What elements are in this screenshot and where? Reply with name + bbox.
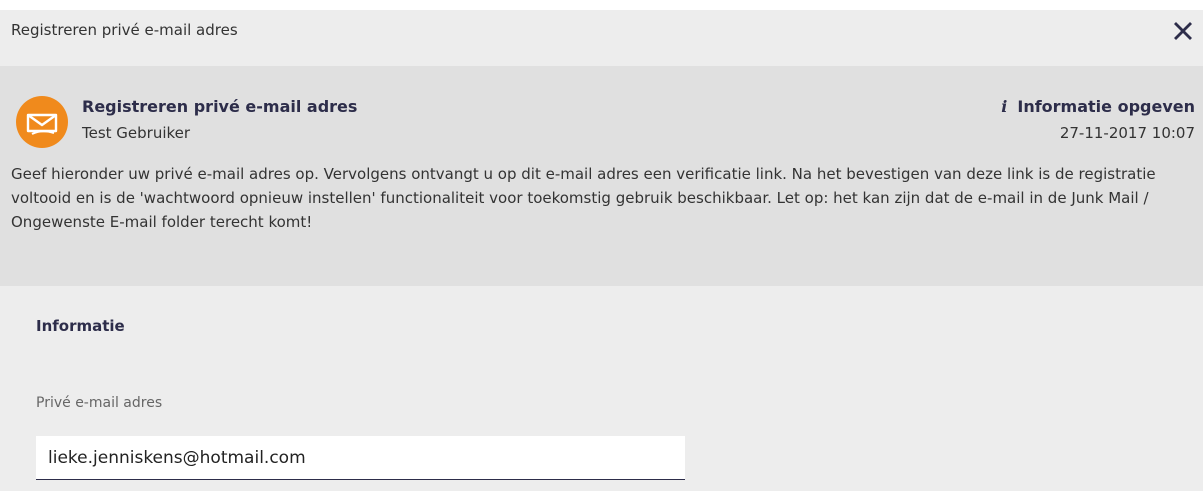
email-field-label: Privé e-mail adres [36,395,163,411]
header-panel: Registreren privé e-mail adres Test Gebr… [0,66,1203,286]
header-date: 27-11-2017 10:07 [1059,124,1195,142]
header-user: Test Gebruiker [82,124,191,142]
info-icon: i [1001,97,1008,116]
section-title: Informatie [36,317,125,335]
dialog-titlebar: Registreren privé e-mail adres [0,10,1203,56]
description-text: Geef hieronder uw privé e-mail adres op.… [11,165,1156,231]
info-action-label: Informatie opgeven [1017,97,1195,116]
envelope-icon [16,96,68,148]
close-icon[interactable] [1171,19,1195,43]
header-title: Registreren privé e-mail adres [82,97,358,116]
dialog-title: Registreren privé e-mail adres [11,21,238,39]
email-field[interactable] [36,436,685,480]
dialog: Registreren privé e-mail adres Registrer… [0,10,1203,491]
info-action-link[interactable]: i Informatie opgeven [1001,97,1195,116]
